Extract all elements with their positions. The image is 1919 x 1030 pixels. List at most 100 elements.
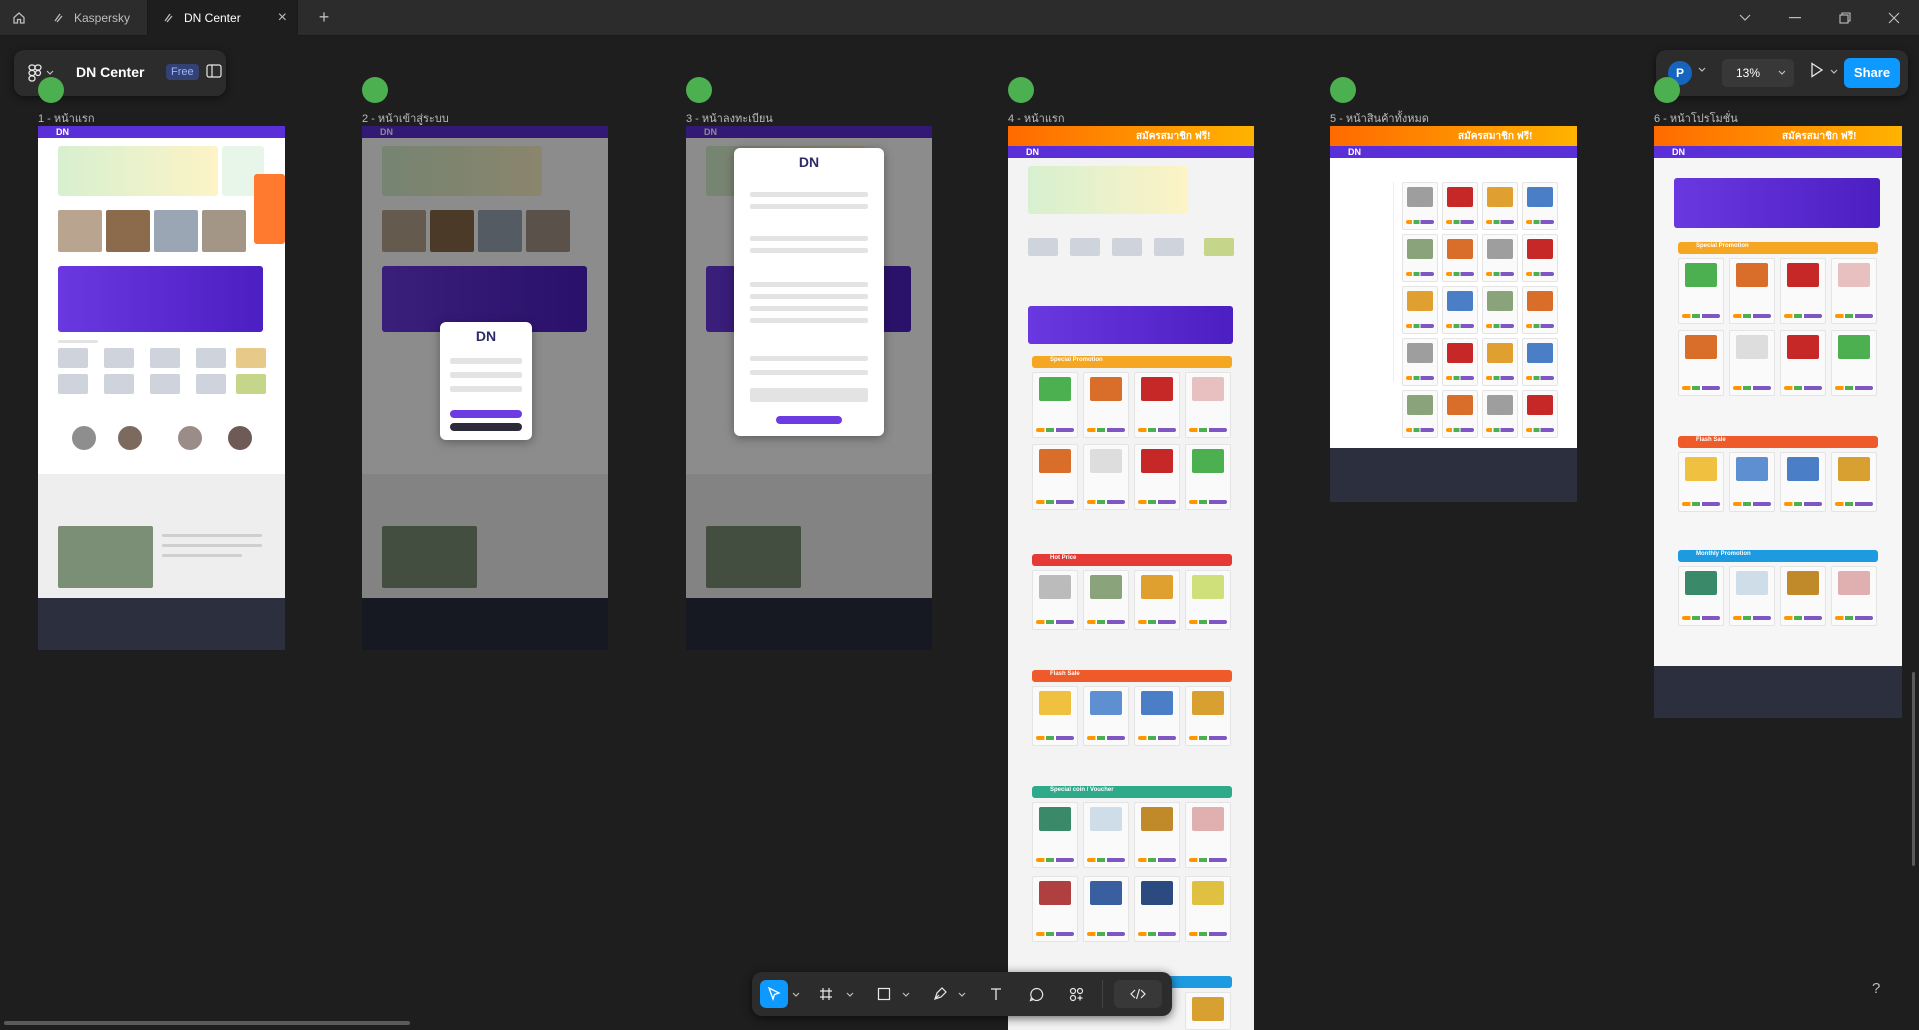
toolbar-divider [1102,980,1103,1008]
site-logo: DN [1672,147,1685,157]
zoom-dropdown[interactable]: 13% [1722,59,1794,87]
figma-file-icon [52,12,64,24]
product-card [1402,338,1438,386]
product-card [1831,452,1877,512]
product-card [1522,286,1558,334]
help-button[interactable]: ? [1872,980,1880,997]
form-field [750,204,868,209]
promo-banner [1028,166,1188,214]
register-button [450,423,522,431]
tabs-dropdown-button[interactable] [1720,0,1770,36]
dev-mode-toggle[interactable] [1114,980,1162,1008]
chevron-down-icon[interactable] [792,992,800,998]
product-thumb [196,374,226,394]
shape-tool[interactable] [870,980,898,1008]
site-navbar: DN [1654,146,1902,158]
product-thumb [236,374,266,394]
plan-badge[interactable]: Free [166,64,199,80]
form-field [750,370,868,375]
frame-1-home[interactable]: DN [38,126,285,650]
chevron-down-icon[interactable] [958,992,966,998]
doctor-avatar [118,426,142,450]
form-field [750,306,868,311]
category-thumb [154,210,198,252]
components-icon [1069,987,1084,1002]
home-button[interactable] [0,0,38,36]
product-card [1134,570,1180,630]
signup-top-banner: สมัครสมาชิก ฟรี! [1654,126,1902,146]
header-right-panel: P 13% Share [1656,50,1908,96]
horizontal-scrollbar[interactable] [4,1021,410,1025]
pen-tool[interactable] [926,980,954,1008]
section-heading [58,340,98,343]
pen-icon [933,987,947,1001]
chevron-down-icon[interactable] [1698,67,1706,73]
frame-4-home-logged-in[interactable]: สมัครสมาชิก ฟรี! DN Special Promotion Ho… [1008,126,1254,1030]
comment-icon [1029,987,1044,1002]
category-thumb [1028,238,1058,256]
tab-kaspersky[interactable]: Kaspersky [38,0,148,36]
frame-label[interactable]: 3 - หน้าลงทะเบียน [686,109,773,127]
product-card [1032,802,1078,868]
move-tool[interactable] [760,980,788,1008]
frame-2-login[interactable]: DN DN [362,126,608,650]
frame-5-all-products[interactable]: สมัครสมาชิก ฟรี! DN [1330,126,1577,502]
product-card [1678,330,1724,396]
product-card [1522,338,1558,386]
product-card [1402,286,1438,334]
mega-sale-banner [1028,306,1233,344]
product-thumb [150,374,180,394]
section-monthly-promotion: Monthly Promotion [1678,550,1878,562]
text-tool[interactable] [982,980,1010,1008]
minimize-icon [1789,17,1801,19]
frame-status-dot [1008,77,1034,103]
section-title: Hot Price [1050,555,1077,561]
product-card [1831,566,1877,626]
close-icon[interactable]: × [278,9,287,27]
product-card [1185,686,1231,746]
window-close-button[interactable] [1869,0,1919,36]
tab-label: Kaspersky [74,11,131,25]
product-card [1482,338,1518,386]
vertical-scrollbar[interactable] [1912,672,1915,866]
signup-banner-text: สมัครสมาชิก ฟรี! [1458,131,1533,142]
chevron-down-icon[interactable] [902,992,910,998]
category-thumb [106,210,150,252]
restore-button[interactable] [1820,0,1870,36]
frame-label[interactable]: 6 - หน้าโปรโมชั่น [1654,109,1738,127]
product-card [1083,372,1129,438]
section-title: Flash Sale [1696,437,1726,443]
floating-cta [254,174,285,244]
promo-banner [58,146,218,196]
minimize-button[interactable] [1770,0,1820,36]
file-name[interactable]: DN Center [76,64,144,80]
product-card [1780,566,1826,626]
frame-status-dot [686,77,712,103]
frame-tool[interactable] [812,980,840,1008]
tab-dn-center[interactable]: DN Center × [148,0,298,36]
site-logo: DN [56,127,69,137]
comment-tool[interactable] [1022,980,1050,1008]
doctor-avatar [72,426,96,450]
frame-label[interactable]: 1 - หน้าแรก [38,109,95,127]
form-field [750,192,868,197]
chevron-down-icon[interactable] [1830,69,1838,75]
frame-label[interactable]: 5 - หน้าสินค้าทั้งหมด [1330,109,1429,127]
add-tab-button[interactable]: + [312,6,336,30]
frame-label[interactable]: 2 - หน้าเข้าสู่ระบบ [362,109,449,127]
sidebar-toggle-icon[interactable] [206,64,222,78]
chevron-down-icon[interactable] [846,992,854,998]
actions-tool[interactable] [1062,980,1090,1008]
product-card [1134,876,1180,942]
section-title: Special coin / Voucher [1050,787,1114,793]
share-button[interactable]: Share [1844,58,1900,88]
present-play-icon[interactable] [1810,62,1824,78]
frame-3-register[interactable]: DN DN [686,126,932,650]
product-card [1402,234,1438,282]
frame-label[interactable]: 4 - หน้าแรก [1008,109,1065,127]
product-card [1780,330,1826,396]
chevron-down-icon [46,70,54,76]
frame-icon [819,987,833,1001]
restore-icon [1839,12,1851,24]
frame-6-promotions[interactable]: สมัครสมาชิก ฟรี! DN Special Promotion Fl… [1654,126,1902,718]
